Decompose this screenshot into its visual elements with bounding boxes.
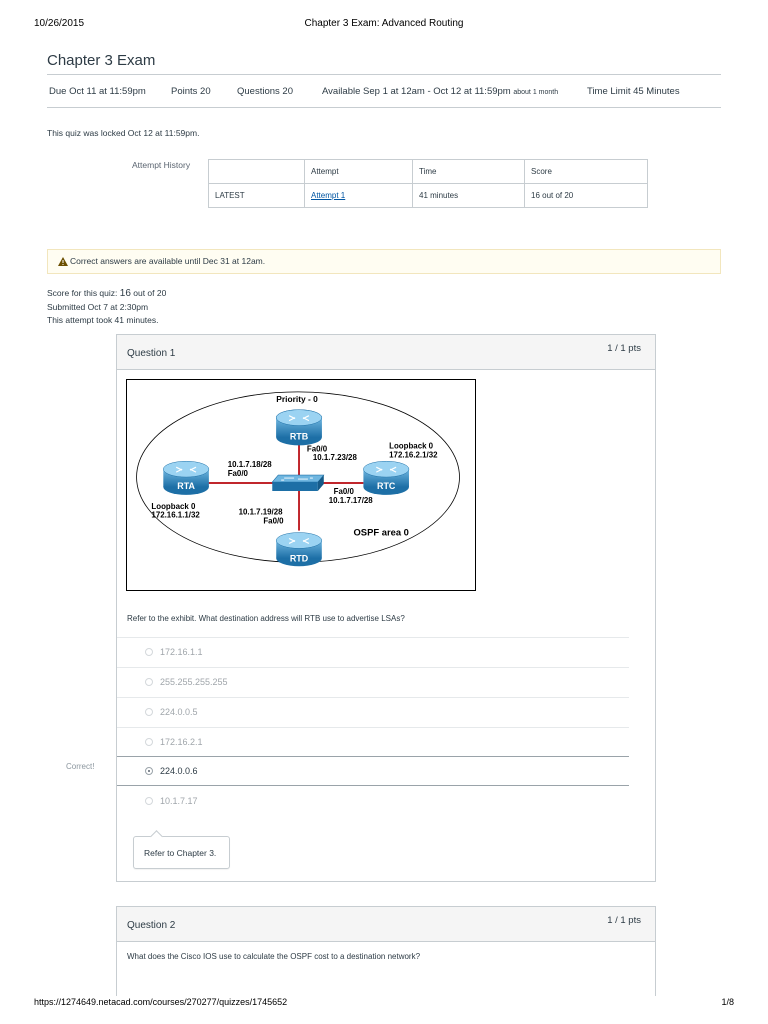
attempt-col-attempt: Attempt xyxy=(304,159,413,184)
attempt-time: 41 minutes xyxy=(412,183,525,208)
rtc-interface: Fa0/0 xyxy=(334,487,355,496)
print-title: Chapter 3 Exam: Advanced Routing xyxy=(304,18,464,29)
router-rtb-name: RTB xyxy=(290,431,309,441)
availability: Available Sep 1 at 12am - Oct 12 at 11:5… xyxy=(322,86,558,97)
attempt-row-label: LATEST xyxy=(208,183,305,208)
answer-label: 10.1.7.17 xyxy=(160,796,198,806)
question-count: Questions 20 xyxy=(237,86,293,97)
points-total: Points 20 xyxy=(171,86,211,97)
availability-range: Available Sep 1 at 12am - Oct 12 at 11:5… xyxy=(322,86,511,97)
ospf-area-label: OSPF area 0 xyxy=(354,527,409,538)
rtc-ip: 10.1.7.17/28 xyxy=(329,496,374,505)
attempt-score: 16 out of 20 xyxy=(524,183,648,208)
radio-icon xyxy=(145,797,153,805)
print-footer: https://1274649.netacad.com/courses/2702… xyxy=(34,997,734,1007)
radio-icon xyxy=(145,738,153,746)
rtd-interface: Fa0/0 xyxy=(263,517,284,526)
rtc-loopback: Loopback 0 xyxy=(389,441,434,450)
warning-icon xyxy=(58,257,68,267)
answer-label: 255.255.255.255 xyxy=(160,677,228,687)
radio-icon xyxy=(145,708,153,716)
question-points: 1 / 1 pts xyxy=(607,343,641,354)
page-url: https://1274649.netacad.com/courses/2702… xyxy=(34,997,288,1007)
locked-message: This quiz was locked Oct 12 at 11:59pm. xyxy=(47,128,200,138)
time-limit: Time Limit 45 Minutes xyxy=(587,86,680,97)
attempt-col-empty xyxy=(208,159,305,184)
rta-loopback-ip: 172.16.1.1/32 xyxy=(151,511,200,520)
question-1: Question 1 1 / 1 pts RTB RTA RTC RTD Pri… xyxy=(116,334,656,882)
question-2: Question 2 1 / 1 pts What does the Cisco… xyxy=(116,906,656,996)
score-summary: Score for this quiz: 16 out of 20 Submit… xyxy=(47,287,166,328)
rtb-interface: Fa0/0 xyxy=(307,444,328,453)
rta-loopback: Loopback 0 xyxy=(151,502,196,511)
page-title: Chapter 3 Exam xyxy=(47,52,156,69)
network-exhibit: RTB RTA RTC RTD Priority - 0 Fa0/0 10.1.… xyxy=(126,379,476,591)
availability-duration: about 1 month xyxy=(513,89,559,96)
answer-option[interactable]: 255.255.255.255 xyxy=(117,667,629,697)
attempt-cell: Attempt 1 xyxy=(304,183,413,208)
rta-ip: 10.1.7.18/28 xyxy=(228,460,273,469)
attempt-link[interactable]: Attempt 1 xyxy=(311,191,345,200)
correct-answer-label: Correct! xyxy=(66,762,95,771)
rta-interface: Fa0/0 xyxy=(228,469,249,478)
table-row: LATEST Attempt 1 41 minutes 16 out of 20 xyxy=(208,183,648,208)
attempt-col-score: Score xyxy=(524,159,648,184)
submitted-line: Submitted Oct 7 at 2:30pm xyxy=(47,301,149,312)
question-name: Question 2 xyxy=(127,920,176,931)
answer-label: 172.16.2.1 xyxy=(160,737,203,747)
question-header: Question 2 1 / 1 pts xyxy=(117,907,655,942)
score-suffix: out of 20 xyxy=(130,288,167,298)
router-rtc-name: RTC xyxy=(377,481,396,491)
switch-icon xyxy=(271,474,325,491)
score-prefix: Score for this quiz: xyxy=(47,288,120,298)
duration-line: This attempt took 41 minutes. xyxy=(47,315,159,325)
answer-option[interactable]: 10.1.7.17 xyxy=(117,787,629,817)
due-date: Due Oct 11 at 11:59pm xyxy=(49,86,146,97)
question-text: Refer to the exhibit. What destination a… xyxy=(127,614,405,623)
answer-option[interactable]: 224.0.0.5 xyxy=(117,697,629,727)
rtb-ip: 10.1.7.23/28 xyxy=(313,453,358,462)
rtc-loopback-ip: 172.16.2.1/32 xyxy=(389,450,438,459)
answer-option[interactable]: 172.16.1.1 xyxy=(117,637,629,667)
answers-available-alert: Correct answers are available until Dec … xyxy=(47,249,721,274)
quiz-meta-bar: Due Oct 11 at 11:59pm Points 20 Question… xyxy=(47,74,721,108)
answer-option[interactable]: 172.16.2.1 xyxy=(117,727,629,757)
score-value: 16 xyxy=(119,288,131,299)
question-points: 1 / 1 pts xyxy=(607,915,641,926)
answer-label: 224.0.0.6 xyxy=(160,766,198,776)
alert-text: Correct answers are available until Dec … xyxy=(70,256,266,266)
radio-icon xyxy=(145,678,153,686)
question-header: Question 1 1 / 1 pts xyxy=(117,335,655,370)
page-number: 1/8 xyxy=(721,997,734,1007)
attempt-table-header: Attempt Time Score xyxy=(208,159,648,184)
question-text: What does the Cisco IOS use to calculate… xyxy=(127,952,421,961)
answer-comment: Refer to Chapter 3. xyxy=(133,836,230,869)
answer-label: 172.16.1.1 xyxy=(160,647,203,657)
question-name: Question 1 xyxy=(127,348,176,359)
rtb-priority: Priority - 0 xyxy=(276,394,318,404)
score-line: Score for this quiz: 16 out of 20 xyxy=(47,287,166,301)
answer-option-correct[interactable]: 224.0.0.6 xyxy=(117,756,629,786)
answer-label: 224.0.0.5 xyxy=(160,707,198,717)
router-rta-name: RTA xyxy=(177,481,195,491)
radio-selected-icon xyxy=(145,767,153,775)
attempt-col-time: Time xyxy=(412,159,525,184)
rtd-ip: 10.1.7.19/28 xyxy=(239,508,284,517)
router-rtd-name: RTD xyxy=(290,553,309,563)
attempt-history-label: Attempt History xyxy=(132,160,191,170)
attempt-history-table: Attempt Time Score LATEST Attempt 1 41 m… xyxy=(208,159,648,208)
radio-icon xyxy=(145,648,153,656)
